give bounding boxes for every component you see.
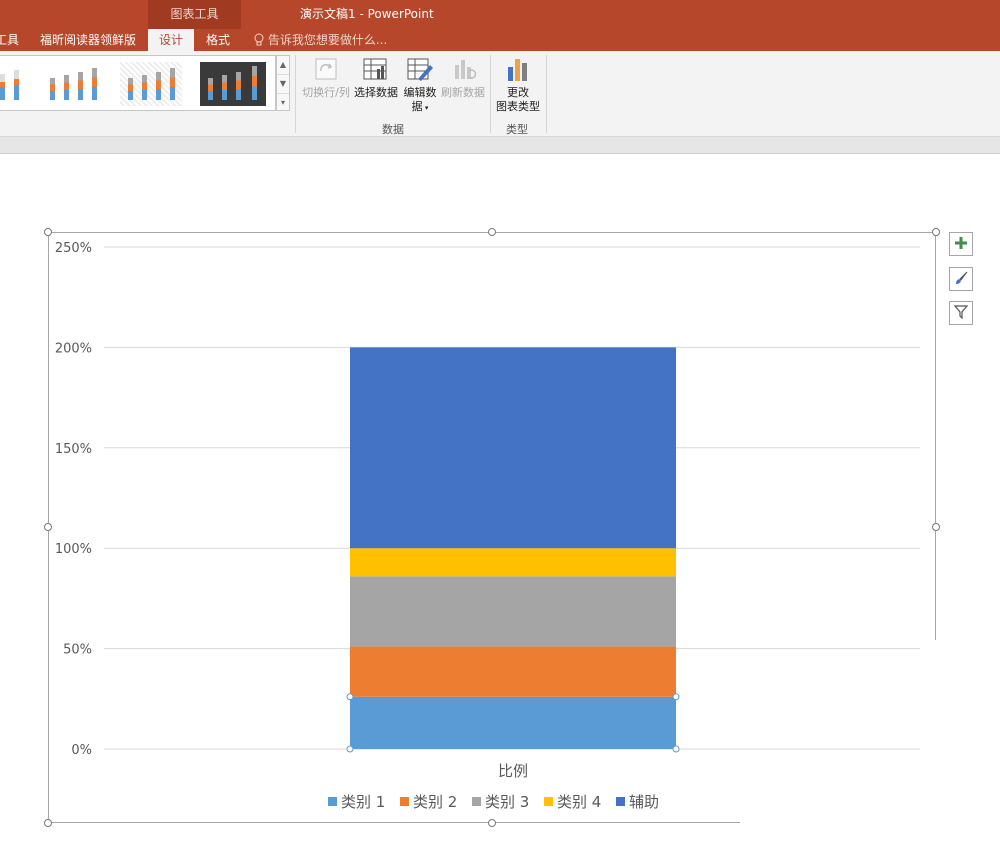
chart-tools-context-label: 图表工具 — [148, 0, 241, 29]
switch-row-column-icon — [312, 57, 340, 83]
refresh-data-label: 刷新数据 — [441, 86, 485, 99]
gallery-more-icon[interactable]: ▾ — [277, 94, 289, 112]
edit-data-label-2: 据 — [411, 100, 423, 113]
chart-style-thumb[interactable] — [0, 62, 32, 106]
chart-styles-gallery — [0, 55, 276, 111]
type-group-label: 类型 — [506, 123, 528, 136]
filter-icon — [953, 304, 969, 323]
edit-data-button[interactable]: 编辑数 据 ▾ — [400, 57, 440, 115]
tab-foxit-reader[interactable]: 福昕阅读器领鲜版 — [36, 29, 140, 51]
resize-handle[interactable] — [488, 819, 496, 827]
title-bar: 图表工具 演示文稿1 - PowerPoint — [0, 0, 1000, 29]
chart-style-thumb[interactable] — [200, 62, 266, 106]
switch-row-column-label: 切换行/列 — [302, 86, 350, 99]
document-title: 演示文稿1 - PowerPoint — [300, 7, 434, 21]
resize-handle[interactable] — [932, 228, 940, 236]
resize-handle[interactable] — [44, 228, 52, 236]
ribbon-slide-gap — [0, 137, 1000, 154]
refresh-data-button[interactable]: 刷新数据 — [438, 57, 488, 100]
resize-handle[interactable] — [44, 523, 52, 531]
tab-tools[interactable]: 工具 — [0, 29, 20, 51]
select-data-button[interactable]: 选择数据 — [352, 57, 400, 100]
ribbon-separator — [546, 55, 547, 133]
tell-me-search[interactable]: 告诉我您想要做什么... — [254, 29, 387, 51]
gallery-up-icon[interactable]: ▲ — [277, 56, 289, 75]
resize-handle[interactable] — [488, 228, 496, 236]
gallery-scroll[interactable]: ▲ ▼ ▾ — [276, 55, 290, 111]
edit-data-label-1: 编辑数 — [403, 86, 437, 99]
ribbon: ▲ ▼ ▾ 切换行/列 选择数据 编辑数 据 ▾ 刷新数据 数据 更改 图表类型… — [0, 51, 1000, 137]
change-chart-type-label-2: 图表类型 — [496, 100, 540, 113]
chart-styles-button[interactable] — [949, 267, 973, 291]
ribbon-separator — [295, 55, 296, 133]
select-data-icon — [362, 57, 390, 83]
tell-me-text: 告诉我您想要做什么... — [267, 33, 388, 47]
change-chart-type-button[interactable]: 更改 图表类型 — [494, 57, 542, 114]
edit-data-icon — [406, 57, 434, 83]
chart-style-thumb[interactable] — [42, 62, 104, 106]
chart-elements-button[interactable] — [949, 232, 973, 256]
plus-icon — [954, 235, 968, 254]
select-data-label: 选择数据 — [354, 86, 398, 99]
resize-handle[interactable] — [44, 819, 52, 827]
chart-style-thumb[interactable] — [120, 62, 182, 106]
brush-icon — [954, 270, 968, 289]
chart-frame[interactable] — [48, 232, 936, 823]
chart-filters-button[interactable] — [949, 301, 973, 325]
lightbulb-icon — [254, 31, 264, 53]
resize-handle[interactable] — [932, 523, 940, 531]
switch-row-column-button[interactable]: 切换行/列 — [300, 57, 352, 100]
tab-design[interactable]: 设计 — [148, 29, 194, 51]
change-chart-type-icon — [504, 57, 532, 83]
tab-format[interactable]: 格式 — [196, 29, 240, 51]
gallery-down-icon[interactable]: ▼ — [277, 75, 289, 94]
data-group-label: 数据 — [382, 123, 404, 136]
ribbon-tabs: 工具 福昕阅读器领鲜版 设计 格式 告诉我您想要做什么... — [0, 29, 1000, 51]
ribbon-separator — [490, 55, 491, 133]
change-chart-type-label-1: 更改 — [507, 86, 529, 99]
refresh-data-icon — [449, 57, 477, 83]
dropdown-arrow-icon: ▾ — [422, 104, 429, 112]
